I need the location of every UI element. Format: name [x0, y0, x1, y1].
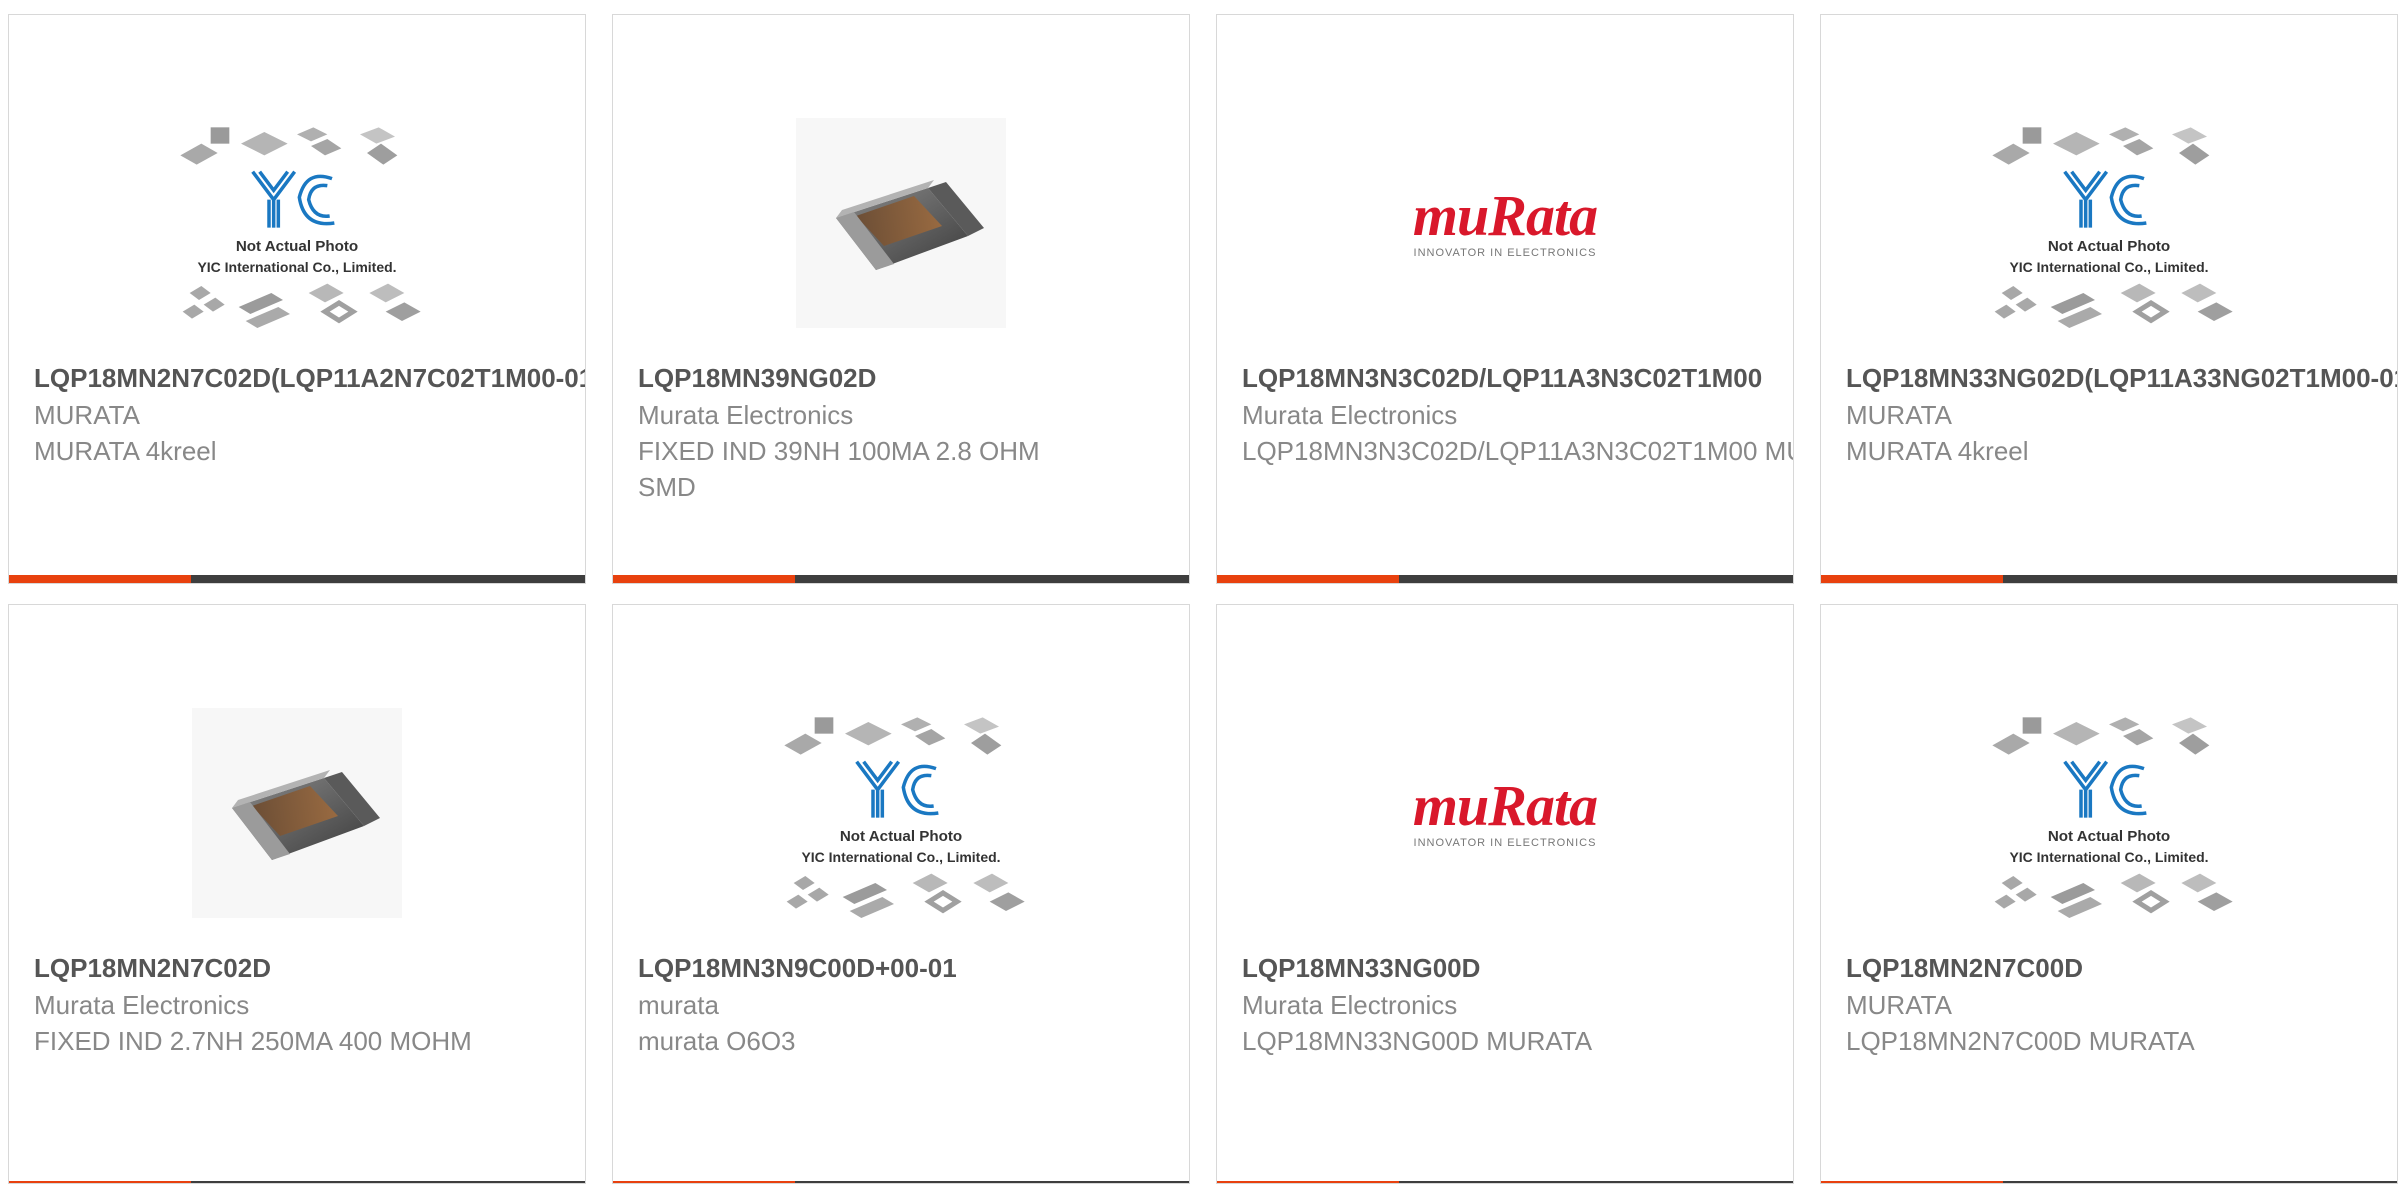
product-thumbnail[interactable]	[751, 73, 1051, 373]
card-accent-bar	[9, 575, 191, 583]
product-description: LQP18MN2N7C00D MURATA	[1846, 1026, 2195, 1056]
product-info: LQP18MN2N7C00D MURATA LQP18MN2N7C00D MUR…	[1846, 950, 2397, 1059]
product-description: murata O6O3	[638, 1026, 796, 1056]
card-accent-bar	[1217, 575, 1399, 583]
manufacturer-name: murata	[638, 990, 719, 1020]
product-description: FIXED IND 2.7NH 250MA 400 MOHM	[34, 1026, 472, 1056]
product-card[interactable]: Not Actual Photo YIC International Co., …	[1820, 604, 2398, 1184]
product-description: LQP18MN3N3C02D/LQP11A3N3C02T1M00 MURATA	[1242, 436, 1793, 466]
svg-text:Not Actual Photo: Not Actual Photo	[2048, 238, 2170, 255]
product-thumbnail[interactable]: muRata INNOVATOR IN ELECTRONICS	[1355, 73, 1655, 373]
card-footer-bar	[1821, 575, 2397, 583]
product-thumbnail[interactable]	[147, 663, 447, 963]
svg-text:Not Actual Photo: Not Actual Photo	[236, 238, 358, 255]
part-number-link[interactable]: LQP18MN39NG02D	[638, 360, 1189, 397]
card-accent-bar	[1821, 575, 2003, 583]
product-info: LQP18MN2N7C02D(LQP11A2N7C02T1M00-01) MUR…	[34, 360, 585, 469]
product-thumbnail[interactable]: Not Actual Photo YIC International Co., …	[751, 663, 1051, 963]
product-thumbnail[interactable]: muRata INNOVATOR IN ELECTRONICS	[1355, 663, 1655, 963]
manufacturer-name: MURATA	[1846, 400, 1952, 430]
murata-wordmark: muRata	[1412, 183, 1598, 248]
card-footer-bar	[613, 575, 1189, 583]
card-accent-bar	[613, 575, 795, 583]
product-info: LQP18MN3N9C00D+00-01 murata murata O6O3	[638, 950, 1189, 1059]
murata-wordmark: muRata	[1412, 773, 1598, 838]
svg-text:Not Actual Photo: Not Actual Photo	[2048, 828, 2170, 845]
product-description: LQP18MN33NG00D MURATA	[1242, 1026, 1593, 1056]
product-thumbnail[interactable]: Not Actual Photo YIC International Co., …	[1959, 73, 2259, 373]
card-footer-bar	[9, 575, 585, 583]
part-number-link[interactable]: LQP18MN3N9C00D+00-01	[638, 950, 1189, 987]
svg-text:YIC International Co., Limited: YIC International Co., Limited.	[801, 849, 1000, 865]
inductor-photo	[796, 118, 1006, 328]
product-info: LQP18MN3N3C02D/LQP11A3N3C02T1M00 Murata …	[1242, 360, 1793, 469]
svg-text:YIC International Co., Limited: YIC International Co., Limited.	[197, 259, 396, 275]
product-card[interactable]: Not Actual Photo YIC International Co., …	[612, 604, 1190, 1184]
murata-logo: muRata INNOVATOR IN ELECTRONICS	[1412, 183, 1598, 260]
murata-tagline: INNOVATOR IN ELECTRONICS	[1413, 247, 1597, 259]
product-card[interactable]: Not Actual Photo YIC International Co., …	[1820, 14, 2398, 584]
product-thumbnail[interactable]: Not Actual Photo YIC International Co., …	[1959, 663, 2259, 963]
product-card[interactable]: LQP18MN39NG02D Murata Electronics FIXED …	[612, 14, 1190, 584]
product-card[interactable]: muRata INNOVATOR IN ELECTRONICS LQP18MN3…	[1216, 14, 1794, 584]
not-actual-photo-image: Not Actual Photo YIC International Co., …	[782, 715, 1027, 920]
product-card[interactable]: LQP18MN2N7C02D Murata Electronics FIXED …	[8, 604, 586, 1184]
product-info: LQP18MN2N7C02D Murata Electronics FIXED …	[34, 950, 585, 1059]
product-info: LQP18MN33NG00D Murata Electronics LQP18M…	[1242, 950, 1793, 1059]
manufacturer-name: MURATA	[1846, 990, 1952, 1020]
svg-text:YIC International Co., Limited: YIC International Co., Limited.	[2009, 849, 2208, 865]
part-number-link[interactable]: LQP18MN3N3C02D/LQP11A3N3C02T1M00	[1242, 360, 1793, 397]
not-actual-photo-image: Not Actual Photo YIC International Co., …	[178, 125, 423, 330]
murata-logo: muRata INNOVATOR IN ELECTRONICS	[1412, 773, 1598, 850]
part-number-link[interactable]: LQP18MN33NG02D(LQP11A33NG02T1M00-01)	[1846, 360, 2397, 397]
product-description: MURATA 4kreel	[34, 436, 217, 466]
manufacturer-name: MURATA	[34, 400, 140, 430]
part-number-link[interactable]: LQP18MN2N7C02D	[34, 950, 585, 987]
product-description: MURATA 4kreel	[1846, 436, 2029, 466]
not-actual-photo-image: Not Actual Photo YIC International Co., …	[1990, 125, 2235, 330]
inductor-photo	[192, 708, 402, 918]
product-thumbnail[interactable]: Not Actual Photo YIC International Co., …	[147, 73, 447, 373]
product-card[interactable]: Not Actual Photo YIC International Co., …	[8, 14, 586, 584]
card-footer-bar	[1217, 575, 1793, 583]
product-info: LQP18MN33NG02D(LQP11A33NG02T1M00-01) MUR…	[1846, 360, 2397, 469]
manufacturer-name: Murata Electronics	[34, 990, 250, 1020]
svg-text:Not Actual Photo: Not Actual Photo	[840, 828, 962, 845]
svg-text:YIC International Co., Limited: YIC International Co., Limited.	[2009, 259, 2208, 275]
product-card[interactable]: muRata INNOVATOR IN ELECTRONICS LQP18MN3…	[1216, 604, 1794, 1184]
manufacturer-name: Murata Electronics	[638, 400, 854, 430]
manufacturer-name: Murata Electronics	[1242, 400, 1458, 430]
product-description: FIXED IND 39NH 100MA 2.8 OHM SMD	[638, 436, 1040, 502]
murata-tagline: INNOVATOR IN ELECTRONICS	[1413, 837, 1597, 849]
part-number-link[interactable]: LQP18MN33NG00D	[1242, 950, 1793, 987]
not-actual-photo-image: Not Actual Photo YIC International Co., …	[1990, 715, 2235, 920]
product-info: LQP18MN39NG02D Murata Electronics FIXED …	[638, 360, 1189, 505]
part-number-link[interactable]: LQP18MN2N7C00D	[1846, 950, 2397, 987]
manufacturer-name: Murata Electronics	[1242, 990, 1458, 1020]
product-grid: Not Actual Photo YIC International Co., …	[0, 0, 2400, 1184]
part-number-link[interactable]: LQP18MN2N7C02D(LQP11A2N7C02T1M00-01)	[34, 360, 585, 397]
